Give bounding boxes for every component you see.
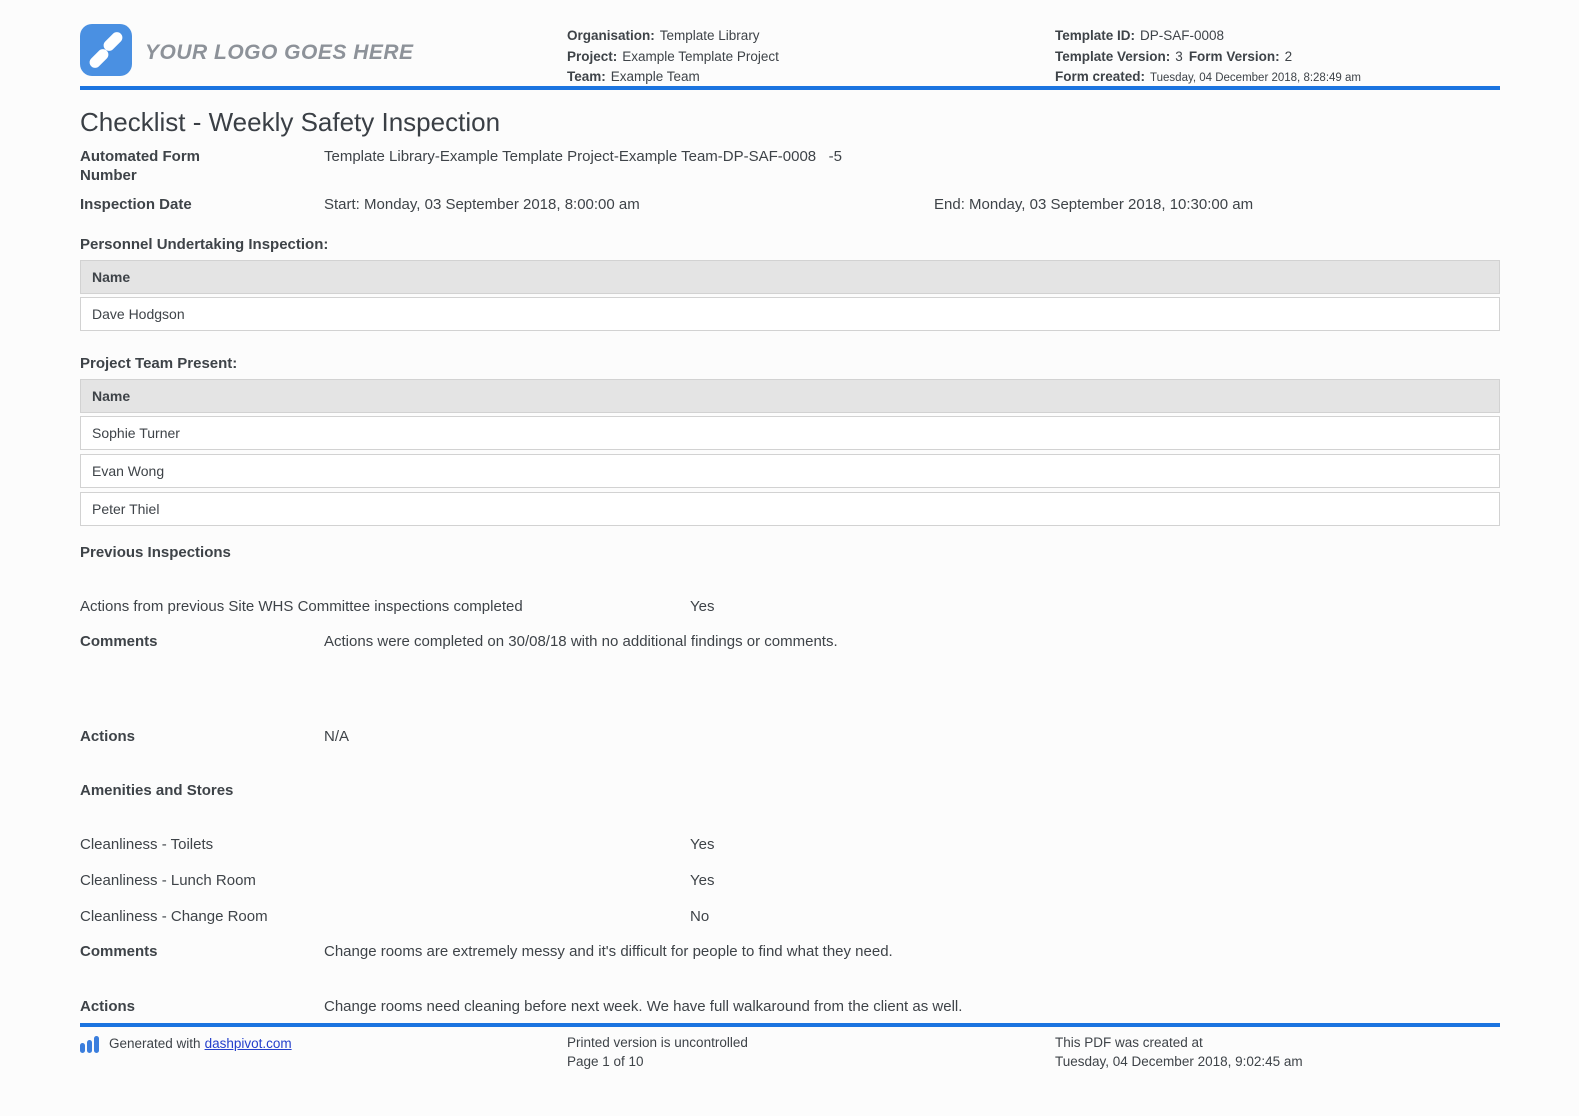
previous-actions-row: Actions N/A xyxy=(80,727,1500,746)
table-row: Dave Hodgson xyxy=(80,297,1500,331)
actions-value: N/A xyxy=(324,727,1500,746)
automated-form-number-row: Automated Form Number Template Library-E… xyxy=(80,147,1500,185)
personnel-table: Name Dave Hodgson xyxy=(80,260,1500,331)
inspection-start-value: Start: Monday, 03 September 2018, 8:00:0… xyxy=(324,195,934,214)
form-version-value: 2 xyxy=(1285,49,1293,64)
logo-placeholder-text: YOUR LOGO GOES HERE xyxy=(145,41,414,65)
project-team-table-header: Name xyxy=(80,379,1500,413)
comments-label: Comments xyxy=(80,942,324,961)
header: YOUR LOGO GOES HERE Organisation: Templat… xyxy=(0,0,1579,86)
form-created-label: Form created: xyxy=(1055,69,1145,84)
checklist-item-row: Cleanliness - Toilets Yes xyxy=(80,836,1500,854)
actions-label: Actions xyxy=(80,727,324,746)
previous-comments-row: Comments Actions were completed on 30/08… xyxy=(80,632,1500,651)
form-created-value: Tuesday, 04 December 2018, 8:28:49 am xyxy=(1150,72,1361,84)
pdf-created-label: This PDF was created at xyxy=(1055,1033,1500,1052)
footer-right: This PDF was created at Tuesday, 04 Dece… xyxy=(1055,1033,1500,1071)
comments-label: Comments xyxy=(80,632,324,651)
table-row: Peter Thiel xyxy=(80,492,1500,526)
checklist-item-label: Cleanliness - Change Room xyxy=(80,908,690,926)
generated-with-text: Generated with dashpivot.com xyxy=(109,1033,292,1053)
team-member-name: Sophie Turner xyxy=(92,425,180,441)
template-id-label: Template ID: xyxy=(1055,28,1135,43)
checklist-item-label: Cleanliness - Lunch Room xyxy=(80,872,690,890)
project-row: Project: Example Template Project xyxy=(567,47,1055,68)
table-row: Evan Wong xyxy=(80,454,1500,488)
team-row: Team: Example Team xyxy=(567,67,1055,88)
header-meta-left: Organisation: Template Library Project: Ex… xyxy=(567,24,1055,88)
table-row: Sophie Turner xyxy=(80,416,1500,450)
checklist-item-row: Cleanliness - Lunch Room Yes xyxy=(80,872,1500,890)
template-version-label: Template Version: xyxy=(1055,49,1170,64)
form-body: Checklist - Weekly Safety Inspection Aut… xyxy=(0,107,1579,1016)
company-logo-icon xyxy=(80,24,132,81)
comments-value: Actions were completed on 30/08/18 with … xyxy=(324,632,1500,651)
personnel-table-header: Name xyxy=(80,260,1500,294)
logo-area: YOUR LOGO GOES HERE xyxy=(80,24,567,81)
footer-generated: Generated with dashpivot.com xyxy=(80,1033,567,1071)
header-meta-right: Template ID: DP-SAF-0008 Template Version… xyxy=(1055,24,1500,89)
amenities-comments-row: Comments Change rooms are extremely mess… xyxy=(80,942,1500,961)
comments-value: Change rooms are extremely messy and it'… xyxy=(324,942,1500,961)
page-title: Checklist - Weekly Safety Inspection xyxy=(80,107,1500,137)
checklist-item-answer: Yes xyxy=(690,872,1500,890)
automated-form-number-value: Template Library-Example Template Projec… xyxy=(324,147,1500,166)
footer-content: Generated with dashpivot.com Printed vers… xyxy=(0,1027,1579,1071)
footer-center: Printed version is uncontrolled Page 1 o… xyxy=(567,1033,1055,1071)
previous-inspections-heading: Previous Inspections xyxy=(80,544,1500,562)
actions-label: Actions xyxy=(80,997,324,1016)
automated-form-number-label: Automated Form Number xyxy=(80,147,324,185)
uncontrolled-text: Printed version is uncontrolled xyxy=(567,1033,1055,1052)
organisation-value: Template Library xyxy=(660,28,760,43)
actions-value: Change rooms need cleaning before next w… xyxy=(324,997,1500,1016)
question-text: Actions from previous Site WHS Committee… xyxy=(80,598,690,616)
checklist-item-answer: No xyxy=(690,908,1500,926)
checklist-item-answer: Yes xyxy=(690,836,1500,854)
generated-prefix: Generated with xyxy=(109,1036,201,1051)
team-member-name: Peter Thiel xyxy=(92,501,159,517)
organisation-label: Organisation: xyxy=(567,28,655,43)
project-label: Project: xyxy=(567,49,617,64)
inspection-date-row: Inspection Date Start: Monday, 03 Septem… xyxy=(80,195,1500,214)
previous-inspections-question-row: Actions from previous Site WHS Committee… xyxy=(80,598,1500,616)
team-member-name: Evan Wong xyxy=(92,463,164,479)
team-label: Team: xyxy=(567,69,606,84)
project-team-heading: Project Team Present: xyxy=(80,355,1500,373)
pdf-created-timestamp: Tuesday, 04 December 2018, 9:02:45 am xyxy=(1055,1052,1500,1071)
footer: Generated with dashpivot.com Printed vers… xyxy=(0,1023,1579,1071)
form-created-row: Form created: Tuesday, 04 December 2018, … xyxy=(1055,67,1500,89)
page-number: Page 1 of 10 xyxy=(567,1052,1055,1071)
template-id-row: Template ID: DP-SAF-0008 xyxy=(1055,26,1500,47)
inspection-date-label: Inspection Date xyxy=(80,195,324,214)
inspection-end-value: End: Monday, 03 September 2018, 10:30:00… xyxy=(934,195,1500,214)
team-value: Example Team xyxy=(611,69,700,84)
form-version-label: Form Version: xyxy=(1189,49,1280,64)
checklist-item-label: Cleanliness - Toilets xyxy=(80,836,690,854)
question-answer: Yes xyxy=(690,598,1500,616)
organisation-row: Organisation: Template Library xyxy=(567,26,1055,47)
project-value: Example Template Project xyxy=(622,49,779,64)
personnel-heading: Personnel Undertaking Inspection: xyxy=(80,236,1500,254)
project-team-column-header: Name xyxy=(92,388,130,404)
template-id-value: DP-SAF-0008 xyxy=(1140,28,1224,43)
personnel-name: Dave Hodgson xyxy=(92,306,185,322)
bar-chart-icon xyxy=(80,1036,101,1058)
amenities-heading: Amenities and Stores xyxy=(80,782,1500,800)
dashpivot-link[interactable]: dashpivot.com xyxy=(205,1036,292,1051)
checklist-item-row: Cleanliness - Change Room No xyxy=(80,908,1500,926)
template-version-value: 3 xyxy=(1175,49,1183,64)
version-row: Template Version: 3 Form Version: 2 xyxy=(1055,47,1500,68)
amenities-actions-row: Actions Change rooms need cleaning befor… xyxy=(80,997,1500,1016)
personnel-column-header: Name xyxy=(92,269,130,285)
project-team-table: Name Sophie Turner Evan Wong Peter Thiel xyxy=(80,379,1500,526)
document-page: YOUR LOGO GOES HERE Organisation: Templat… xyxy=(0,0,1579,1116)
